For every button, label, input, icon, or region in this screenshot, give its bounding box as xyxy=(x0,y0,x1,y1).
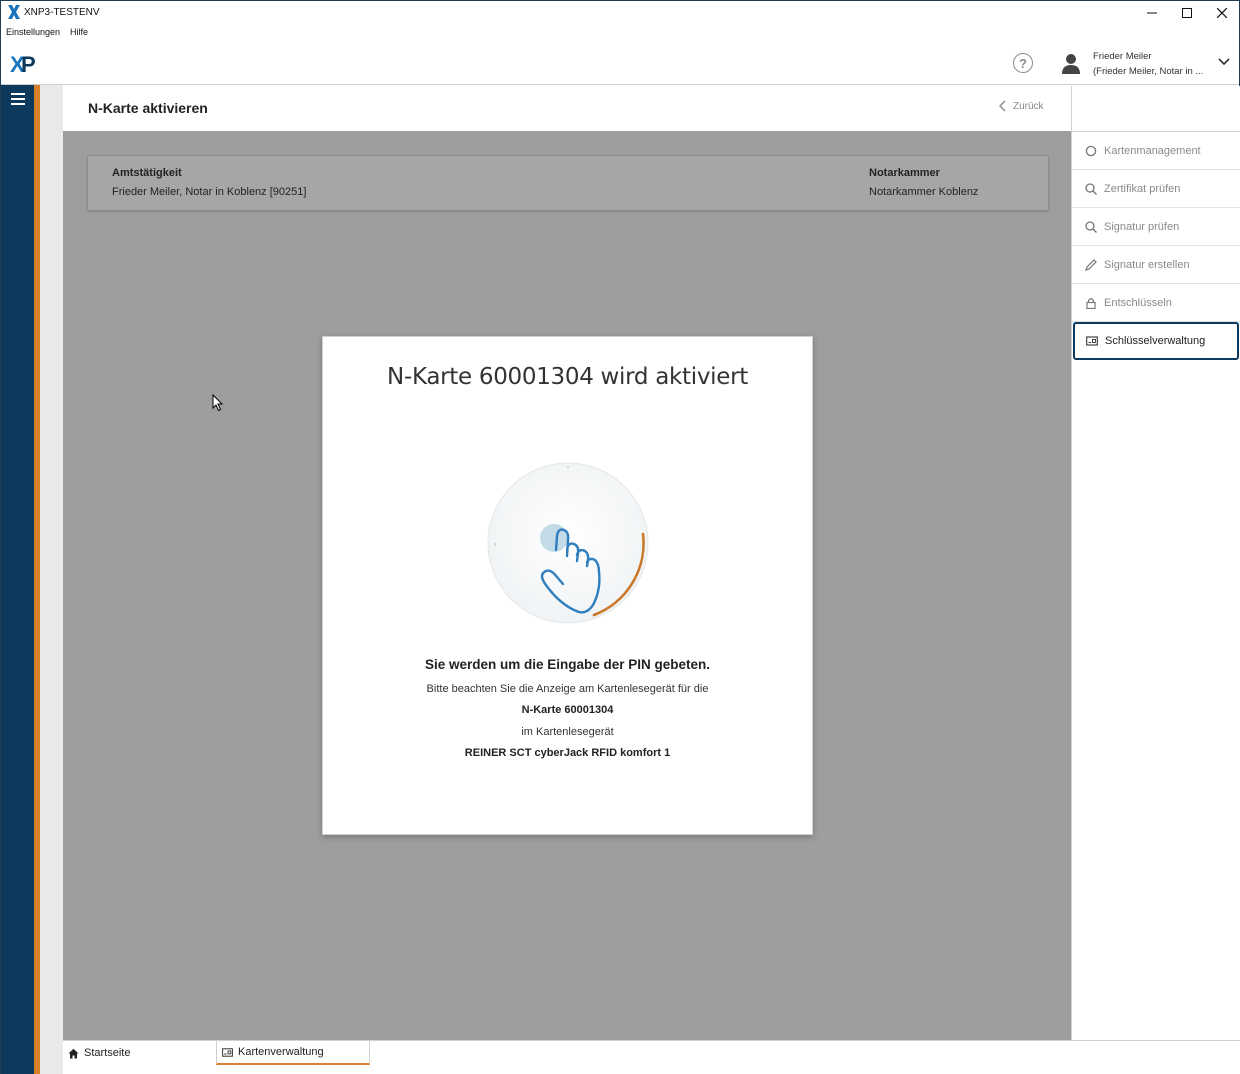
right-sidebar: Kartenmanagement Zertifikat prüfen Signa… xyxy=(1071,86,1240,1040)
dialog-title: N-Karte 60001304 wird aktiviert xyxy=(387,364,748,390)
touch-pin-icon xyxy=(487,462,649,624)
user-name[interactable]: Frieder Meiler xyxy=(1093,51,1152,62)
card-icon xyxy=(1086,336,1098,346)
mouse-cursor-icon xyxy=(212,394,224,412)
pen-icon xyxy=(1085,258,1097,271)
sidebar-item-schluesselverwaltung[interactable]: Schlüsselverwaltung xyxy=(1073,322,1239,360)
side-gutter xyxy=(40,85,63,1074)
back-label: Zurück xyxy=(1013,100,1044,112)
kammer-value: Notarkammer Koblenz xyxy=(869,186,979,198)
tab-kartenverwaltung[interactable]: Kartenverwaltung xyxy=(216,1041,370,1065)
page-title: N-Karte aktivieren xyxy=(88,100,208,116)
bottom-tab-bar: Startseite Kartenverwaltung xyxy=(63,1040,1240,1074)
search-icon xyxy=(1085,220,1097,233)
tab-startseite[interactable]: Startseite xyxy=(63,1041,216,1065)
user-icon[interactable] xyxy=(1061,53,1081,75)
menu-bar: Einstellungen Hilfe xyxy=(1,27,88,43)
sidebar-item-label: Schlüsselverwaltung xyxy=(1105,335,1206,347)
tab-label: Kartenverwaltung xyxy=(238,1046,324,1058)
sidebar-item-zertifikat-pruefen[interactable]: Zertifikat prüfen xyxy=(1072,170,1240,208)
title-bar: XNP3-TESTENV xyxy=(1,1,1239,25)
menu-item-einstellungen[interactable]: Einstellungen xyxy=(6,27,60,43)
dialog-line-1: Bitte beachten Sie die Anzeige am Karten… xyxy=(426,683,709,695)
amt-value: Frieder Meiler, Notar in Koblenz [90251] xyxy=(112,186,307,198)
sidebar-item-signatur-pruefen[interactable]: Signatur prüfen xyxy=(1072,208,1240,246)
xnp-logo: X P xyxy=(10,53,36,75)
sidebar-item-label: Zertifikat prüfen xyxy=(1104,182,1181,195)
maximize-icon[interactable] xyxy=(1172,4,1202,22)
dialog-heading: Sie werden um die Eingabe der PIN gebete… xyxy=(424,657,711,672)
content-overlay: Amtstätigkeit Frieder Meiler, Notar in K… xyxy=(63,131,1071,1040)
chevron-down-icon[interactable] xyxy=(1217,57,1231,67)
app-logo-icon xyxy=(8,5,20,19)
back-button[interactable]: Zurück xyxy=(999,100,1044,112)
sidebar-item-label: Entschlüsseln xyxy=(1104,296,1172,309)
app-header: X P ? Frieder Meiler (Frieder Meiler, No… xyxy=(1,45,1239,85)
circle-icon xyxy=(1085,145,1097,156)
sidebar-item-label: Kartenmanagement xyxy=(1104,144,1201,157)
svg-text:P: P xyxy=(21,53,36,75)
help-icon[interactable]: ? xyxy=(1013,53,1033,73)
card-number: N-Karte 60001304 xyxy=(521,704,614,716)
user-role[interactable]: (Frieder Meiler, Notar in ... xyxy=(1093,66,1203,77)
info-card: Amtstätigkeit Frieder Meiler, Notar in K… xyxy=(87,155,1049,211)
menu-item-hilfe[interactable]: Hilfe xyxy=(70,27,88,43)
chevron-left-icon xyxy=(999,100,1006,112)
sidebar-item-signatur-erstellen[interactable]: Signatur erstellen xyxy=(1072,246,1240,284)
card-icon xyxy=(222,1047,233,1057)
kammer-label: Notarkammer xyxy=(869,167,940,179)
dialog-line-3: im Kartenlesegerät xyxy=(521,726,614,738)
minimize-icon[interactable] xyxy=(1137,4,1167,22)
close-icon[interactable] xyxy=(1207,4,1237,22)
sidebar-item-label: Signatur prüfen xyxy=(1104,220,1180,233)
amt-label: Amtstätigkeit xyxy=(112,167,182,179)
sidebar-item-kartenmanagement[interactable]: Kartenmanagement xyxy=(1072,132,1240,170)
activation-dialog: N-Karte 60001304 wird aktiviert Sie werd… xyxy=(322,336,813,835)
window-title: XNP3-TESTENV xyxy=(24,7,100,18)
sidebar-item-label: Signatur erstellen xyxy=(1104,258,1190,271)
lock-icon xyxy=(1086,297,1096,309)
home-icon xyxy=(68,1048,79,1058)
search-icon xyxy=(1085,182,1097,195)
sidebar-top-spacer xyxy=(1072,86,1240,132)
tab-label: Startseite xyxy=(84,1047,131,1059)
page-header: N-Karte aktivieren Zurück xyxy=(63,86,1071,131)
left-nav xyxy=(1,85,34,1074)
reader-name: REINER SCT cyberJack RFID komfort 1 xyxy=(464,747,671,759)
sidebar-item-entschluesseln[interactable]: Entschlüsseln xyxy=(1072,284,1240,322)
hamburger-menu-icon[interactable] xyxy=(11,93,25,105)
app-window: XNP3-TESTENV Einstellungen Hilfe X P ? F… xyxy=(0,0,1240,1074)
